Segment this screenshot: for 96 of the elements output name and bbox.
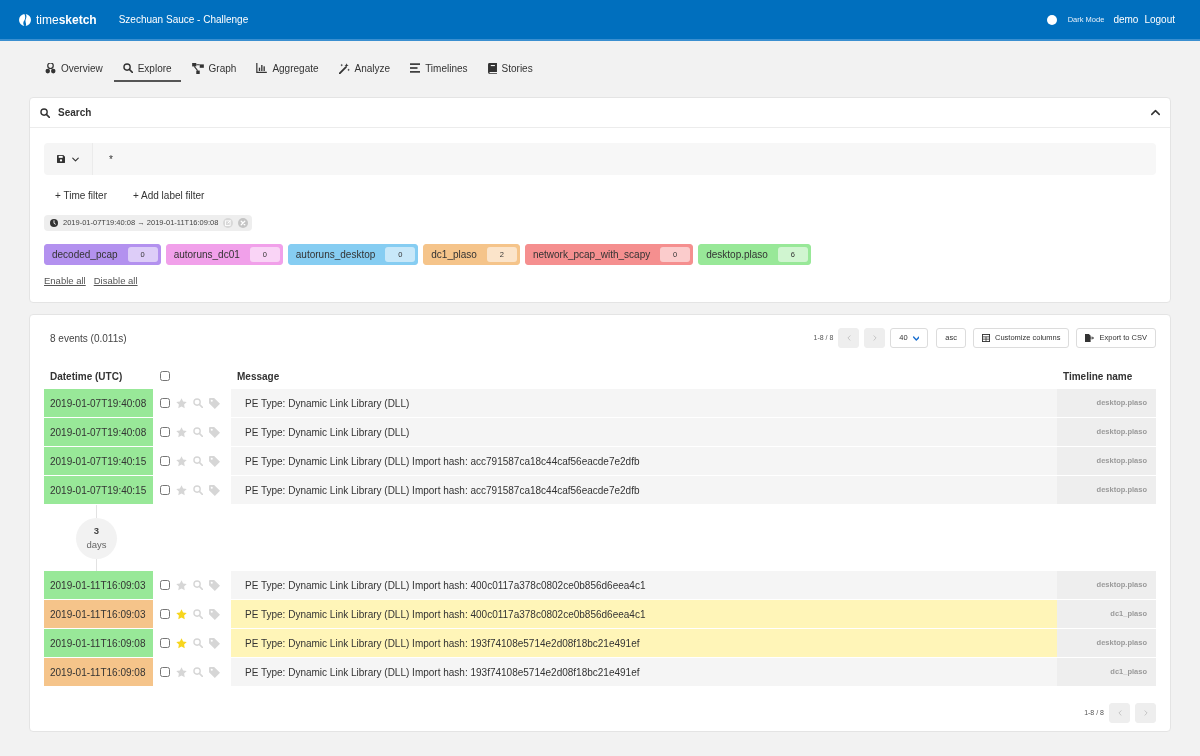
star-icon[interactable] <box>176 455 187 467</box>
tag-icon[interactable] <box>209 666 220 678</box>
clock-icon <box>50 219 58 227</box>
nav-tab[interactable]: Graph <box>182 56 246 82</box>
datetime-cell: 2019-01-11T16:09:03 <box>44 571 153 599</box>
nav-tab[interactable]: Stories <box>478 56 542 82</box>
search-icon <box>122 63 133 73</box>
datetime-cell: 2019-01-07T19:40:08 <box>44 418 153 446</box>
event-count-text: 8 events (0.011s) <box>49 331 127 346</box>
sketch-title: Szechuan Sauce - Challenge <box>118 13 249 27</box>
edit-icon[interactable] <box>223 218 234 228</box>
star-icon[interactable] <box>176 484 187 496</box>
row-checkbox[interactable] <box>160 638 170 648</box>
collapse-chevron-icon[interactable] <box>1151 109 1160 116</box>
message-cell: PE Type: Dynamic Link Library (DLL) Import hash: 193f74108e5714e2d08f18bc21e491ef <box>231 629 1057 657</box>
row-checkbox[interactable] <box>160 667 170 677</box>
nav-tab[interactable]: Explore <box>113 56 181 82</box>
datetime-cell: 2019-01-11T16:09:08 <box>44 658 153 686</box>
chevron-left-icon <box>1117 710 1122 716</box>
select-all-checkbox[interactable] <box>160 371 170 381</box>
row-checkbox[interactable] <box>160 456 170 466</box>
message-cell: PE Type: Dynamic Link Library (DLL) <box>231 389 1057 417</box>
panel-title: Search <box>58 106 92 120</box>
row-checkbox[interactable] <box>160 485 170 495</box>
close-icon[interactable] <box>238 218 249 228</box>
graph-icon <box>191 62 204 74</box>
row-checkbox[interactable] <box>160 609 170 619</box>
disable-all-link[interactable]: Disable all <box>93 273 138 289</box>
search-icon[interactable] <box>193 398 203 408</box>
search-icon[interactable] <box>193 638 203 648</box>
row-checkbox[interactable] <box>160 427 170 437</box>
search-icon[interactable] <box>193 580 203 590</box>
chevron-down-icon <box>912 335 920 341</box>
gap-unit-text: days <box>86 538 107 552</box>
chevron-right-icon <box>1143 710 1148 716</box>
tag-icon[interactable] <box>209 579 220 591</box>
nav-tab[interactable]: Timelines <box>401 56 477 82</box>
table-icon <box>982 334 990 342</box>
add-filter-button[interactable]: + Time filter <box>44 185 118 205</box>
file-export-icon <box>1085 334 1095 342</box>
star-icon[interactable] <box>176 608 187 620</box>
message-cell: PE Type: Dynamic Link Library (DLL) <box>231 418 1057 446</box>
username-text: demo <box>1113 13 1139 27</box>
save-icon <box>57 155 65 163</box>
message-cell: PE Type: Dynamic Link Library (DLL) Import hash: acc791587ca18c44caf56eacde7e2dfb <box>231 476 1057 504</box>
datetime-cell: 2019-01-07T19:40:15 <box>44 447 153 475</box>
column-header: Datetime (UTC) <box>49 369 124 384</box>
tag-icon[interactable] <box>209 426 220 438</box>
datetime-cell: 2019-01-07T19:40:08 <box>44 389 153 417</box>
query-field[interactable]: * <box>93 143 1156 175</box>
magic-wand-icon <box>338 62 350 74</box>
bar-chart-icon <box>256 63 268 73</box>
tag-icon[interactable] <box>209 484 220 496</box>
cubes-icon <box>45 62 56 74</box>
search-icon <box>40 107 50 118</box>
star-icon[interactable] <box>176 666 187 678</box>
gap-count-text: 3 <box>93 524 100 538</box>
nav-tab[interactable]: Analyze <box>329 56 400 82</box>
app-logo[interactable]: timesketch <box>36 10 97 29</box>
chevron-down-icon <box>72 156 79 162</box>
nav-tab[interactable]: Overview <box>36 56 112 82</box>
message-cell: PE Type: Dynamic Link Library (DLL) Import hash: 400c0117a378c0802ce0b856d6eea4c1 <box>231 600 1057 628</box>
search-icon[interactable] <box>193 485 203 495</box>
book-icon <box>487 62 497 74</box>
datetime-cell: 2019-01-11T16:09:08 <box>44 629 153 657</box>
tag-icon[interactable] <box>209 608 220 620</box>
add-filter-button[interactable]: + Add label filter <box>121 185 216 205</box>
chevron-left-icon <box>846 335 851 341</box>
search-icon[interactable] <box>193 427 203 437</box>
tag-icon[interactable] <box>209 455 220 467</box>
star-icon[interactable] <box>176 397 187 409</box>
row-checkbox[interactable] <box>160 398 170 408</box>
logo-icon <box>19 13 31 26</box>
tag-icon[interactable] <box>209 637 220 649</box>
star-icon[interactable] <box>176 426 187 438</box>
saved-search-button[interactable] <box>44 143 93 175</box>
list-icon <box>410 63 421 73</box>
chevron-right-icon <box>872 335 877 341</box>
message-cell: PE Type: Dynamic Link Library (DLL) Import hash: 193f74108e5714e2d08f18bc21e491ef <box>231 658 1057 686</box>
column-header: Timeline name <box>1062 369 1134 384</box>
datetime-cell: 2019-01-11T16:09:03 <box>44 600 153 628</box>
row-checkbox[interactable] <box>160 580 170 590</box>
search-icon[interactable] <box>193 667 203 677</box>
star-icon[interactable] <box>176 637 187 649</box>
column-header: Message <box>236 369 281 384</box>
nav-tab[interactable]: Aggregate <box>247 56 328 82</box>
dark-mode-toggle[interactable] <box>1046 14 1057 25</box>
message-cell: PE Type: Dynamic Link Library (DLL) Import hash: 400c0117a378c0802ce0b856d6eea4c1 <box>231 571 1057 599</box>
datetime-cell: 2019-01-07T19:40:15 <box>44 476 153 504</box>
search-icon[interactable] <box>193 456 203 466</box>
logout-link[interactable]: Logout <box>1144 12 1175 27</box>
search-icon[interactable] <box>193 609 203 619</box>
star-icon[interactable] <box>176 579 187 591</box>
enable-all-link[interactable]: Enable all <box>44 273 86 289</box>
message-cell: PE Type: Dynamic Link Library (DLL) Import hash: acc791587ca18c44caf56eacde7e2dfb <box>231 447 1057 475</box>
tag-icon[interactable] <box>209 397 220 409</box>
